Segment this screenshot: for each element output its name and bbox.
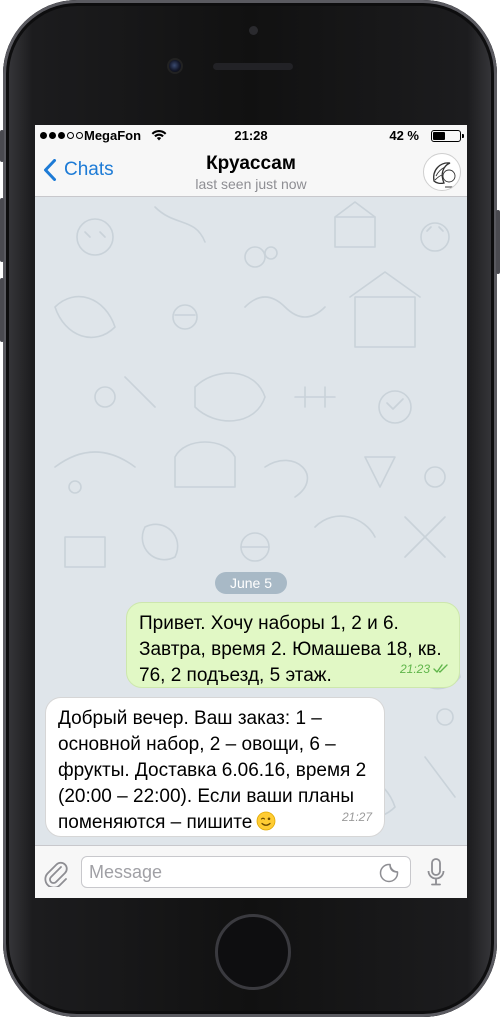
status-bar: MegaFon 21:28 42 % [35,125,467,147]
mute-switch [0,130,4,162]
incoming-message[interactable]: Добрый вечер. Ваш заказ: 1 – основной на… [45,697,385,837]
microphone-icon[interactable] [426,857,446,887]
message-composer [35,845,467,898]
message-text-body: Добрый вечер. Ваш заказ: 1 – основной на… [58,708,367,833]
message-meta: 21:23 [400,656,449,682]
last-seen-status: last seen just now [195,176,307,192]
message-time: 21:27 [341,810,372,824]
double-check-icon [433,664,448,673]
volume-up-button [0,198,4,262]
chat-header: Chats Круассам last seen just now [35,147,467,197]
battery-percentage: 42 % [389,128,419,143]
date-separator: June 5 [215,572,287,594]
chat-title[interactable]: Круассам [35,153,467,175]
winking-face-icon [256,811,276,831]
avatar[interactable] [423,153,461,191]
power-button [496,210,500,274]
paperclip-icon[interactable] [43,859,69,887]
message-text: Добрый вечер. Ваш заказ: 1 – основной на… [58,706,372,836]
battery-icon [431,130,464,142]
earpiece [213,63,293,70]
volume-down-button [0,278,4,342]
message-time: 21:23 [399,662,430,676]
front-sensor [249,26,258,35]
message-list[interactable]: June 5 Привет. Хочу наборы 1, 2 и 6. Зав… [35,197,467,845]
outgoing-message[interactable]: Привет. Хочу наборы 1, 2 и 6. Завтра, вр… [126,602,460,688]
phone-screen: MegaFon 21:28 42 % Chats Круассам last s… [35,125,467,898]
sticker-icon[interactable] [379,863,399,883]
message-input[interactable] [81,856,411,888]
front-camera [167,58,183,74]
home-button[interactable] [215,914,291,990]
